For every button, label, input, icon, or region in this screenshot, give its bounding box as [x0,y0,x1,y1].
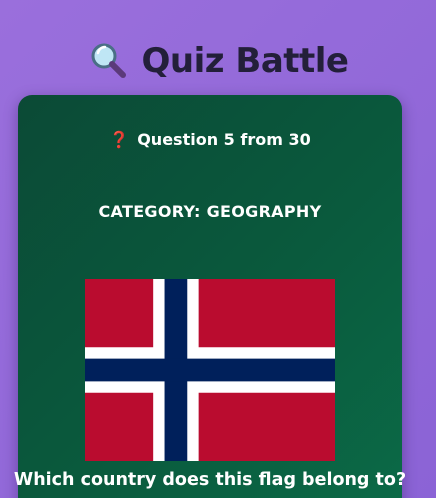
question-text: Which country does this flag belong to? [13,470,407,490]
norway-flag [85,279,335,461]
magnifying-glass-icon [88,40,130,82]
app-title: Quiz Battle [141,41,349,81]
flag-cross-horizontal [85,358,335,382]
app-header: Quiz Battle [0,36,436,86]
category-label: CATEGORY: GEOGRAPHY [98,202,322,221]
question-progress-text: Question 5 from 30 [137,130,311,149]
question-counter: ❓ Question 5 from 30 [0,130,420,149]
question-mark-icon: ❓ [109,130,130,149]
